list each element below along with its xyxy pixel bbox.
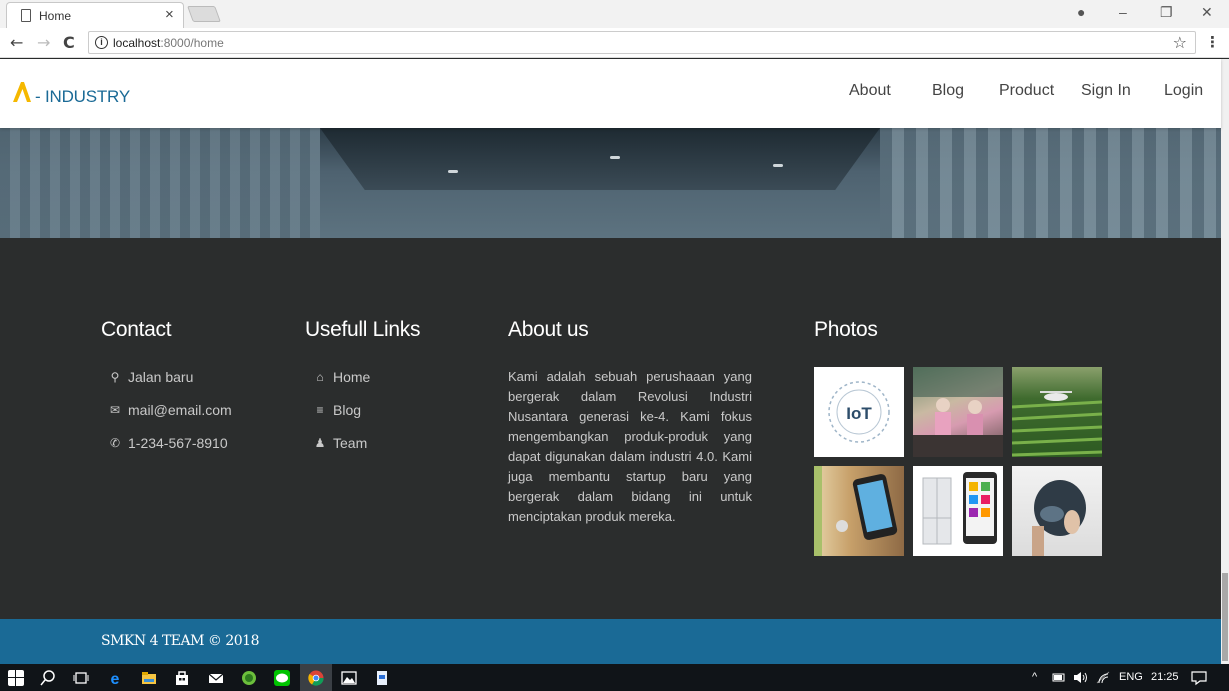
account-icon[interactable]: ● (1077, 4, 1085, 20)
url-path: :8000/home (160, 36, 224, 50)
battery-icon[interactable] (1052, 671, 1066, 683)
browser-menu-icon[interactable]: ⋮ (1205, 33, 1220, 51)
tab-close-icon[interactable]: × (165, 6, 174, 23)
links-title: Usefull Links (305, 318, 421, 341)
site-footer: Contact ⚲ Jalan baru ✉ mail@email.com ✆ … (0, 238, 1221, 619)
browser-tab-bar: Home × ● – ❐ ✕ (0, 0, 1229, 28)
info-icon[interactable]: i (95, 36, 108, 49)
contact-title: Contact (101, 318, 172, 341)
windows-start-icon[interactable] (8, 670, 24, 686)
notifications-icon[interactable] (1191, 670, 1207, 686)
windows-taskbar: e ^ ENG 21:25 (0, 664, 1229, 691)
smart-fridge-photo[interactable] (913, 466, 1003, 556)
photos-icon[interactable] (341, 670, 357, 686)
browser-toolbar: ← → C i localhost:8000/home ☆ ⋮ (0, 28, 1229, 58)
nav-product[interactable]: Product (999, 82, 1054, 100)
nav-login[interactable]: Login (1164, 82, 1203, 100)
about-text: Kami adalah sebuah perushaaan yang berge… (508, 369, 752, 524)
url-text[interactable]: localhost:8000/home (113, 36, 224, 50)
copyright-bar: SMKN 4 TEAM © 2018 (0, 619, 1221, 664)
photos-title: Photos (814, 318, 878, 341)
iot-label: IoT (846, 404, 872, 423)
smart-lock-photo[interactable] (814, 466, 904, 556)
factory-workers-photo[interactable] (913, 367, 1003, 457)
svg-text:e: e (111, 671, 120, 686)
clock[interactable]: 21:25 (1151, 671, 1179, 683)
line-chat-icon[interactable] (274, 670, 290, 686)
drone-field-photo[interactable] (1012, 367, 1102, 457)
tray-chevron-icon[interactable]: ^ (1032, 671, 1037, 683)
map-marker-icon: ⚲ (110, 370, 120, 384)
edge-icon[interactable]: e (107, 670, 123, 686)
back-button[interactable]: ← (10, 33, 23, 52)
page-icon (21, 9, 31, 22)
list-icon: ≡ (316, 403, 324, 417)
scrollbar-thumb[interactable] (1222, 573, 1228, 661)
copyright-text: SMKN 4 TEAM © 2018 (101, 633, 259, 649)
hero-image (0, 128, 1221, 238)
nav-about[interactable]: About (849, 82, 891, 100)
wifi-icon[interactable] (1096, 671, 1110, 684)
minimize-button[interactable]: – (1119, 4, 1127, 20)
browser-tab-home[interactable]: Home × (6, 2, 184, 28)
mail-icon[interactable] (208, 670, 224, 686)
document-app-icon[interactable] (374, 670, 390, 686)
url-host: localhost (113, 36, 161, 50)
smart-helmet-photo[interactable] (1012, 466, 1102, 556)
restore-button[interactable]: ❐ (1160, 4, 1173, 21)
address-bar[interactable]: i localhost:8000/home ☆ (88, 31, 1196, 54)
forward-button[interactable]: → (37, 33, 50, 52)
about-title: About us (508, 318, 589, 341)
chrome-icon[interactable] (308, 670, 324, 686)
reload-button[interactable]: C (63, 33, 75, 52)
logo-text[interactable]: - INDUSTRY (35, 87, 130, 107)
nav-blog[interactable]: Blog (932, 82, 964, 100)
bookmark-star-icon[interactable]: ☆ (1173, 33, 1187, 52)
new-tab-button[interactable] (187, 6, 221, 22)
site-header: - INDUSTRY About Blog Product Sign In Lo… (0, 59, 1221, 128)
tab-title: Home (39, 9, 72, 23)
file-explorer-icon[interactable] (141, 670, 157, 686)
envelope-icon: ✉ (109, 403, 121, 417)
logo-icon[interactable] (12, 81, 32, 103)
close-window-button[interactable]: ✕ (1201, 4, 1213, 21)
iot-photo[interactable]: IoT (814, 367, 904, 457)
globe-app-icon[interactable] (241, 670, 257, 686)
search-icon[interactable] (40, 670, 56, 686)
nav-sign-in[interactable]: Sign In (1081, 82, 1131, 100)
store-icon[interactable] (174, 670, 190, 686)
volume-icon[interactable] (1073, 671, 1089, 684)
language-indicator[interactable]: ENG (1119, 671, 1143, 683)
home-icon: ⌂ (316, 370, 324, 384)
phone-icon: ✆ (109, 436, 121, 450)
task-view-icon[interactable] (73, 670, 89, 686)
user-icon: ♟ (314, 436, 326, 450)
